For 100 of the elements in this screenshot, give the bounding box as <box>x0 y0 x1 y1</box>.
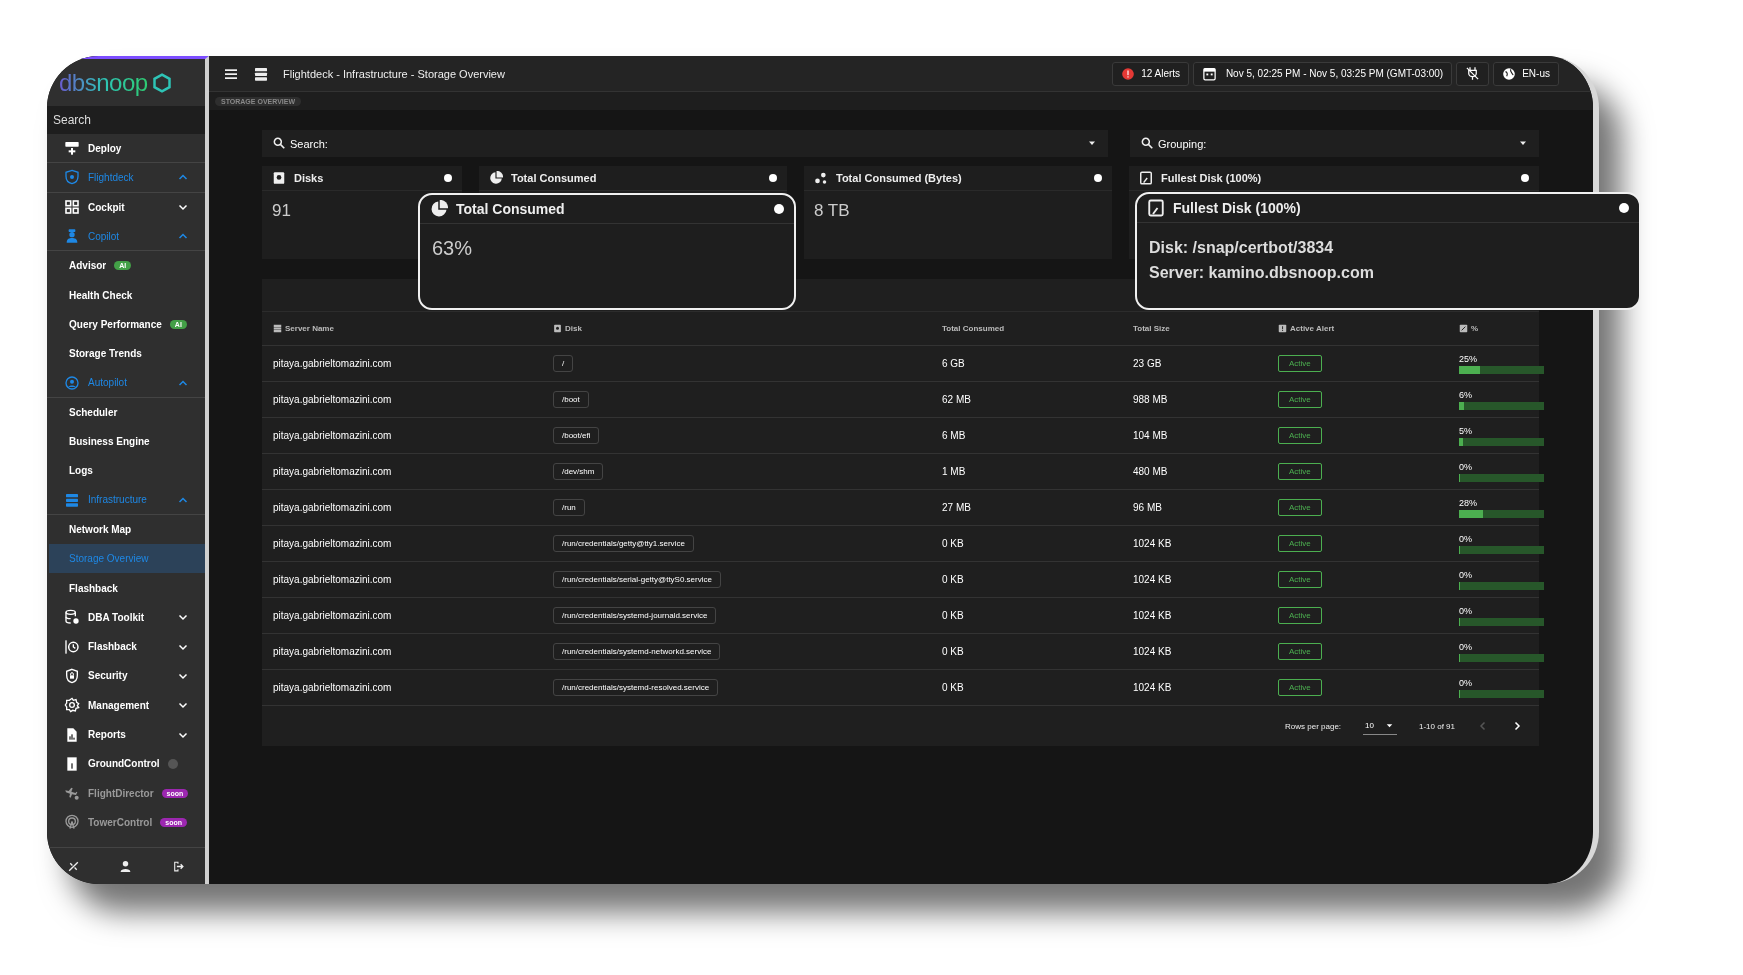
alert-icon <box>1121 66 1136 81</box>
column-header[interactable]: Server Name <box>285 324 334 333</box>
column-header[interactable]: Total Consumed <box>942 324 1005 333</box>
airplane-icon <box>64 785 80 802</box>
search-icon <box>272 136 286 150</box>
percent-icon <box>1459 324 1468 333</box>
status-chip: Active <box>1278 607 1322 624</box>
disk-chip: /run/credentials/systemd-resolved.service <box>553 679 719 696</box>
status-chip: Active <box>1278 535 1322 552</box>
sidebar-item[interactable]: Scheduler <box>49 397 205 427</box>
table-cell-text: pitaya.gabrieltomazini.com <box>273 682 393 693</box>
disk-chip: /boot <box>553 391 589 408</box>
table-cell-text: pitaya.gabrieltomazini.com <box>273 574 393 585</box>
card-value: 91 <box>272 201 291 220</box>
search-icon <box>1140 136 1154 150</box>
info-icon <box>1521 174 1529 182</box>
column-header[interactable]: Disk <box>565 324 582 333</box>
sidebar-item[interactable]: Flashback <box>47 632 205 662</box>
sidebar-item[interactable]: Logs <box>49 456 205 486</box>
percent-text: 6% <box>1459 389 1473 400</box>
card-value: 8 TB <box>814 201 850 220</box>
column-header[interactable]: Active Alert <box>1290 324 1335 333</box>
sidebar-item[interactable]: Autopilot <box>47 368 205 398</box>
sidebar-item[interactable]: Infrastructure <box>47 485 205 515</box>
percent-text: 5% <box>1459 425 1473 436</box>
sidebar-item[interactable]: Reports <box>47 719 205 750</box>
shield-lock-icon <box>64 668 80 684</box>
status-chip: Active <box>1278 391 1322 408</box>
sidebar-item[interactable]: Security <box>47 661 205 691</box>
column-header[interactable]: % <box>1471 324 1479 333</box>
status-chip: Active <box>1278 463 1322 480</box>
table-cell-text: 480 MB <box>1133 466 1169 477</box>
sidebar-item[interactable]: Flightdeck <box>47 163 205 193</box>
search-field[interactable]: Search <box>47 106 205 134</box>
info-icon <box>444 174 452 182</box>
column-header[interactable]: Total Size <box>1133 324 1170 333</box>
document-icon <box>64 755 80 772</box>
percent-text: 28% <box>1459 497 1478 508</box>
sidebar-item[interactable]: Flashback <box>49 573 205 603</box>
table-cell-text: 62 MB <box>942 394 972 405</box>
disk-chip: /dev/shm <box>553 463 604 480</box>
status-chip: Active <box>1278 643 1322 660</box>
sidebar-item[interactable]: Storage Trends <box>49 339 205 369</box>
table-cell-text: 6 GB <box>942 358 966 369</box>
sidebar-item[interactable]: Copilot <box>47 221 205 252</box>
logo-icon <box>151 72 172 93</box>
sidebar-item[interactable]: DBA Toolkit <box>47 602 205 633</box>
server-icon <box>253 65 269 82</box>
sidebar-item[interactable]: Business Engine <box>49 426 205 457</box>
language-button[interactable]: EN-us <box>1493 61 1559 86</box>
info-icon <box>774 204 784 214</box>
card-value: Disk: /snap/certbot/3834 <box>1149 238 1335 258</box>
percent-text: 0% <box>1459 605 1473 616</box>
table-cell-text: 1024 KB <box>1133 610 1173 621</box>
status-chip: Active <box>1278 355 1322 372</box>
card-title: Total Consumed <box>456 201 565 217</box>
deploy-icon <box>64 140 80 157</box>
info-icon <box>1094 174 1102 182</box>
percent-text: 0% <box>1459 461 1473 472</box>
table-cell-text: 0 KB <box>942 538 965 549</box>
plug-off-icon <box>1465 66 1481 81</box>
disk-chip: /run/credentials/systemd-journald.service <box>553 607 717 624</box>
report-icon <box>64 726 80 743</box>
table-cell-text: 1024 KB <box>1133 538 1173 549</box>
rows-per-page-select[interactable]: 10 <box>1363 717 1397 735</box>
table-cell-text: 0 KB <box>942 646 965 657</box>
sidebar-item[interactable]: GroundControl <box>47 749 205 779</box>
status-chip: Active <box>1278 679 1322 696</box>
table-cell-text: 104 MB <box>1133 430 1169 441</box>
search-field[interactable]: Search: <box>262 130 1108 157</box>
percent-text: 0% <box>1459 641 1473 652</box>
card-value: 63% <box>432 236 474 261</box>
page-title: Flightdeck - Infrastructure - Storage Overview <box>283 67 506 80</box>
grouping-field[interactable]: Grouping: <box>1130 130 1539 157</box>
table-cell-text: 27 MB <box>942 502 972 513</box>
table-cell-text: pitaya.gabrieltomazini.com <box>273 466 393 477</box>
card-title: Disks <box>294 172 324 184</box>
card-title: Total Consumed <box>511 172 597 184</box>
card-title: Total Consumed (Bytes) <box>836 172 962 184</box>
table-cell-text: 1024 KB <box>1133 646 1173 657</box>
table-cell-text: 1024 KB <box>1133 682 1173 693</box>
alerts-button[interactable]: 12 Alerts <box>1112 61 1190 86</box>
pie-chart-icon <box>430 200 448 218</box>
disk-chip: /run/credentials/getty@tty1.service <box>553 535 694 552</box>
table-cell-text: pitaya.gabrieltomazini.com <box>273 538 393 549</box>
database-gear-icon <box>64 609 80 626</box>
card-title: Fullest Disk (100%) <box>1161 172 1262 184</box>
user-icon <box>119 859 133 873</box>
disconnect-button[interactable] <box>1456 61 1490 86</box>
sidebar-item[interactable]: Management <box>47 690 205 720</box>
sidebar-item[interactable]: Health Check <box>49 280 205 310</box>
status-chip: Active <box>1278 499 1322 516</box>
date-range-button[interactable]: Nov 5, 02:25 PM - Nov 5, 03:25 PM (GMT-03:00) <box>1193 61 1453 86</box>
calendar-icon <box>1202 66 1218 81</box>
sidebar-item[interactable]: Deploy <box>47 134 205 164</box>
sidebar-item[interactable]: Cockpit <box>47 192 205 222</box>
table-cell-text: pitaya.gabrieltomazini.com <box>273 358 393 369</box>
sidebar-item[interactable]: Network Map <box>49 514 205 545</box>
table-cell-text: pitaya.gabrieltomazini.com <box>273 394 393 405</box>
table-cell-text: pitaya.gabrieltomazini.com <box>273 430 393 441</box>
